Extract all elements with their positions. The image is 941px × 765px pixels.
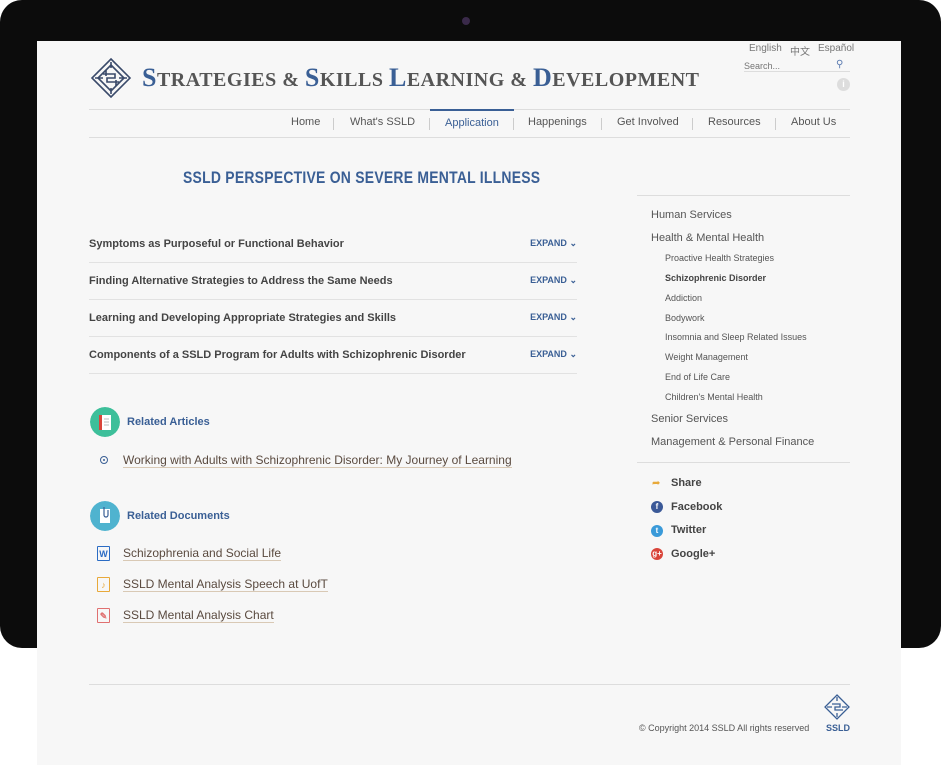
share-google-plus[interactable]: Google+ <box>671 548 715 560</box>
related-articles-heading: Related Articles <box>127 416 210 428</box>
expand-button[interactable]: EXPAND ⌄ <box>530 312 577 323</box>
accordion-title[interactable]: Symptoms as Purposeful or Functional Beh… <box>89 238 344 250</box>
nav-whats-ssld[interactable]: What's SSLD <box>350 116 415 128</box>
title-part-2: SKILLS <box>304 63 389 92</box>
related-article-link[interactable]: Working with Adults with Schizophrenic D… <box>123 453 512 468</box>
nav-separator <box>333 118 334 130</box>
chevron-down-icon: ⌄ <box>569 312 577 322</box>
chevron-down-icon: ⌄ <box>569 349 577 359</box>
nav-separator <box>429 118 430 130</box>
accordion-item[interactable]: Finding Alternative Strategies to Addres… <box>89 263 577 300</box>
accordion-title[interactable]: Components of a SSLD Program for Adults … <box>89 349 466 361</box>
expand-button[interactable]: EXPAND ⌄ <box>530 238 577 249</box>
nav-home[interactable]: Home <box>291 116 320 128</box>
title-part-4: DEVELOPMENT <box>532 63 700 92</box>
page-title: SSLD PERSPECTIVE ON SEVERE MENTAL ILLNES… <box>183 168 541 187</box>
title-part-3: LEARNING & <box>388 63 533 92</box>
lang-english[interactable]: English <box>749 43 782 54</box>
related-documents-heading: Related Documents <box>127 510 230 522</box>
share-twitter[interactable]: Twitter <box>671 524 706 536</box>
sidebar-item-senior-services[interactable]: Senior Services <box>651 413 728 425</box>
nav-happenings[interactable]: Happenings <box>528 116 587 128</box>
facebook-icon[interactable]: f <box>651 501 663 513</box>
chevron-down-icon: ⌄ <box>569 238 577 248</box>
chevron-down-icon: ⌄ <box>569 275 577 285</box>
nav-application[interactable]: Application <box>445 117 499 129</box>
browser-screen: STRATEGIES & SKILLS LEARNING & DEVELOPME… <box>37 41 901 765</box>
google-plus-icon[interactable]: g+ <box>651 548 663 560</box>
sidebar-subitem[interactable]: Children's Mental Health <box>665 392 763 402</box>
sidebar-subitem[interactable]: Bodywork <box>665 313 705 323</box>
lang-chinese[interactable]: 中文 <box>790 43 810 58</box>
book-icon <box>90 407 120 437</box>
nav-divider-bottom <box>89 137 850 138</box>
copyright-text: © Copyright 2014 SSLD All rights reserve… <box>639 723 810 733</box>
pdf-document-icon: ✎ <box>97 608 110 623</box>
paperclip-document-icon <box>90 501 120 531</box>
sidebar-subitem[interactable]: Insomnia and Sleep Related Issues <box>665 332 807 342</box>
nav-separator <box>775 118 776 130</box>
sidebar-divider <box>637 462 850 463</box>
audio-document-icon: ♪ <box>97 577 110 592</box>
expand-button[interactable]: EXPAND ⌄ <box>530 275 577 286</box>
site-title[interactable]: STRATEGIES & SKILLS LEARNING & DEVELOPME… <box>142 63 699 93</box>
nav-get-involved[interactable]: Get Involved <box>617 116 679 128</box>
ssld-footer-logo-icon[interactable] <box>823 693 851 721</box>
related-document-link[interactable]: SSLD Mental Analysis Speech at UofT <box>123 577 328 592</box>
expand-button[interactable]: EXPAND ⌄ <box>530 349 577 360</box>
related-document-link[interactable]: Schizophrenia and Social Life <box>123 546 282 561</box>
accordion-title[interactable]: Finding Alternative Strategies to Addres… <box>89 275 393 287</box>
footer-logo-text: SSLD <box>826 723 851 733</box>
word-document-icon: W <box>97 546 110 561</box>
footer-divider <box>89 684 850 685</box>
sidebar-subitem[interactable]: Weight Management <box>665 352 748 362</box>
accordion-item[interactable]: Components of a SSLD Program for Adults … <box>89 337 577 374</box>
sidebar-subitem[interactable]: Addiction <box>665 293 702 303</box>
nav-separator <box>601 118 602 130</box>
twitter-icon[interactable]: t <box>651 525 663 537</box>
sidebar-item-human-services[interactable]: Human Services <box>651 209 732 221</box>
lang-spanish[interactable]: Español <box>818 43 854 54</box>
nav-resources[interactable]: Resources <box>708 116 761 128</box>
title-part-1: STRATEGIES & <box>142 63 305 92</box>
nav-separator <box>692 118 693 130</box>
sidebar-subitem[interactable]: Proactive Health Strategies <box>665 253 774 263</box>
share-facebook[interactable]: Facebook <box>671 501 722 513</box>
related-document-link[interactable]: SSLD Mental Analysis Chart <box>123 608 274 623</box>
sidebar-item-management-finance[interactable]: Management & Personal Finance <box>651 436 814 448</box>
info-icon[interactable]: i <box>837 78 850 91</box>
ssld-logo-icon[interactable] <box>89 56 133 100</box>
accordion-item[interactable]: Symptoms as Purposeful or Functional Beh… <box>89 226 577 263</box>
nav-about-us[interactable]: About Us <box>791 116 836 128</box>
search-input[interactable] <box>744 60 850 72</box>
sidebar-subitem[interactable]: End of Life Care <box>665 372 730 382</box>
share-label: Share <box>671 477 702 489</box>
sidebar-item-health-mental-health[interactable]: Health & Mental Health <box>651 232 764 244</box>
share-arrow-icon: ➦ <box>652 478 661 489</box>
accordion-title[interactable]: Learning and Developing Appropriate Stra… <box>89 312 396 324</box>
sidebar-divider <box>637 195 850 196</box>
nav-separator <box>513 118 514 130</box>
circle-bullet-icon <box>100 456 108 464</box>
sidebar-subitem-active[interactable]: Schizophrenic Disorder <box>665 273 766 283</box>
camera-dot <box>462 17 470 25</box>
accordion-item[interactable]: Learning and Developing Appropriate Stra… <box>89 300 577 337</box>
search-icon[interactable]: ⚲ <box>836 59 843 70</box>
